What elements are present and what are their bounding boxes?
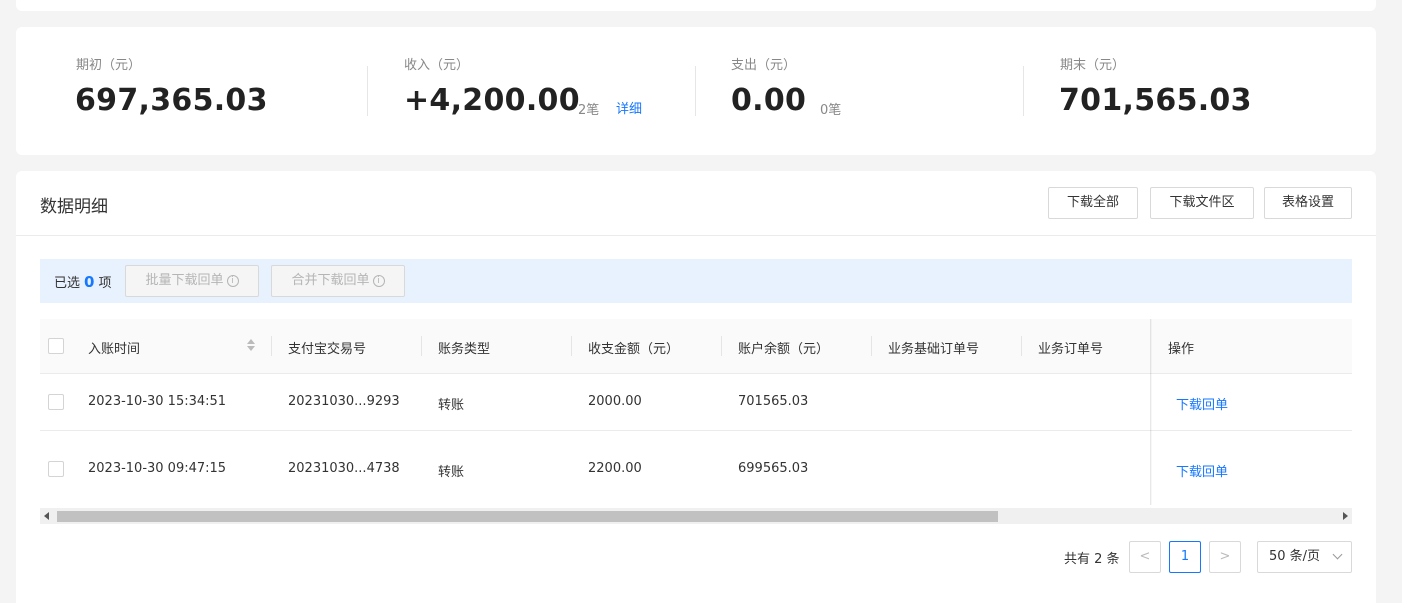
column-header-time[interactable]: 入账时间 xyxy=(88,338,140,357)
section-title: 数据明细 xyxy=(40,197,108,217)
sort-icon[interactable] xyxy=(246,339,256,353)
cell-time: 2023-10-30 15:34:51 xyxy=(88,394,227,409)
cell-trade-no: 20231030...4738 xyxy=(288,461,400,476)
download-all-button[interactable]: 下载全部 xyxy=(1048,187,1138,219)
income-label: 收入（元） xyxy=(404,58,470,73)
column-header-type: 账务类型 xyxy=(438,342,491,357)
row-checkbox[interactable] xyxy=(48,394,64,410)
scroll-left-icon[interactable] xyxy=(44,512,49,520)
column-header-actions: 操作 xyxy=(1168,342,1195,357)
income-count: 2笔 xyxy=(578,103,600,118)
column-header-trade-no: 支付宝交易号 xyxy=(288,342,367,357)
column-separator xyxy=(271,336,272,356)
scroll-right-icon[interactable] xyxy=(1343,512,1348,520)
balance-summary: 期初（元） 697,365.03 收入（元） +4,200.00 2笔 详细 支… xyxy=(16,27,1376,155)
column-separator xyxy=(571,336,572,356)
selection-status: 已选 0 项 xyxy=(54,272,111,291)
table-header: 入账时间 支付宝交易号 账务类型 收支金额（元） 账户余额（元） 业务基础订单号… xyxy=(40,319,1352,374)
horizontal-scrollbar[interactable] xyxy=(40,508,1352,524)
info-icon: i xyxy=(226,274,239,287)
column-header-balance: 账户余额（元） xyxy=(738,342,830,357)
merge-download-button[interactable]: 合并下载回单 i xyxy=(271,265,405,297)
cell-type: 转账 xyxy=(438,398,465,413)
page-button-current[interactable]: 1 xyxy=(1169,541,1201,573)
transaction-table: 入账时间 支付宝交易号 账务类型 收支金额（元） 账户余额（元） 业务基础订单号… xyxy=(40,319,1352,505)
opening-balance: 期初（元） 697,365.03 xyxy=(16,27,366,155)
cell-balance: 701565.03 xyxy=(738,394,809,409)
column-separator xyxy=(421,336,422,356)
download-receipt-link[interactable]: 下载回单 xyxy=(1176,461,1228,480)
data-detail-card: 数据明细 下载全部 下载文件区 表格设置 已选 0 项 批量下载回单 i 合并下载回单… xyxy=(16,171,1376,603)
page-size-value: 50 条/页 xyxy=(1269,549,1321,564)
selection-bar: 已选 0 项 批量下载回单 i 合并下载回单 i xyxy=(40,259,1352,303)
divider xyxy=(16,235,1376,236)
income-detail-link[interactable]: 详细 xyxy=(616,98,642,117)
batch-download-label: 批量下载回单 xyxy=(145,273,224,288)
table-settings-button[interactable]: 表格设置 xyxy=(1264,187,1352,219)
cell-balance: 699565.03 xyxy=(738,461,809,476)
column-header-order: 业务订单号 xyxy=(1038,342,1104,357)
scrollbar-thumb[interactable] xyxy=(57,511,998,522)
download-folder-button[interactable]: 下载文件区 xyxy=(1150,187,1254,219)
closing-balance: 期末（元） 701,565.03 xyxy=(1024,27,1374,155)
income-value: +4,200.00 xyxy=(404,83,580,118)
closing-value: 701,565.03 xyxy=(1059,83,1252,118)
prev-page-button[interactable]: < xyxy=(1129,541,1161,573)
column-header-base-order: 业务基础订单号 xyxy=(888,342,980,357)
table-row: 2023-10-30 09:47:15 20231030...4738 转账 2… xyxy=(40,431,1352,505)
income-summary: 收入（元） +4,200.00 2笔 详细 xyxy=(368,27,696,155)
column-separator xyxy=(1021,336,1022,356)
page-size-select[interactable]: 50 条/页 xyxy=(1257,541,1352,573)
expense-label: 支出（元） xyxy=(731,58,797,73)
selection-count: 0 xyxy=(84,273,95,291)
row-checkbox[interactable] xyxy=(48,461,64,477)
batch-download-button[interactable]: 批量下载回单 i xyxy=(125,265,259,297)
cell-trade-no: 20231030...9293 xyxy=(288,394,400,409)
top-card xyxy=(16,0,1376,11)
closing-label: 期末（元） xyxy=(1060,58,1126,73)
table-row: 2023-10-30 15:34:51 20231030...9293 转账 2… xyxy=(40,374,1352,431)
expense-count: 0笔 xyxy=(820,103,842,118)
column-header-amount: 收支金额（元） xyxy=(588,342,680,357)
select-all-checkbox[interactable] xyxy=(48,338,64,354)
fixed-column-shadow xyxy=(1150,319,1152,505)
opening-label: 期初（元） xyxy=(76,58,142,73)
cell-amount: 2200.00 xyxy=(588,461,642,476)
expense-summary: 支出（元） 0.00 0笔 xyxy=(696,27,1024,155)
pagination-total: 共有 2 条 xyxy=(1064,552,1120,567)
cell-time: 2023-10-30 09:47:15 xyxy=(88,461,227,476)
expense-value: 0.00 xyxy=(731,83,807,118)
cell-amount: 2000.00 xyxy=(588,394,642,409)
cell-type: 转账 xyxy=(438,465,465,480)
chevron-down-icon xyxy=(1332,549,1343,560)
column-separator xyxy=(871,336,872,356)
merge-download-label: 合并下载回单 xyxy=(291,273,370,288)
column-separator xyxy=(721,336,722,356)
selection-prefix: 已选 xyxy=(54,276,81,291)
info-icon: i xyxy=(372,274,385,287)
download-receipt-link[interactable]: 下载回单 xyxy=(1176,394,1228,413)
next-page-button[interactable]: > xyxy=(1209,541,1241,573)
opening-value: 697,365.03 xyxy=(75,83,268,118)
selection-suffix: 项 xyxy=(98,276,112,291)
